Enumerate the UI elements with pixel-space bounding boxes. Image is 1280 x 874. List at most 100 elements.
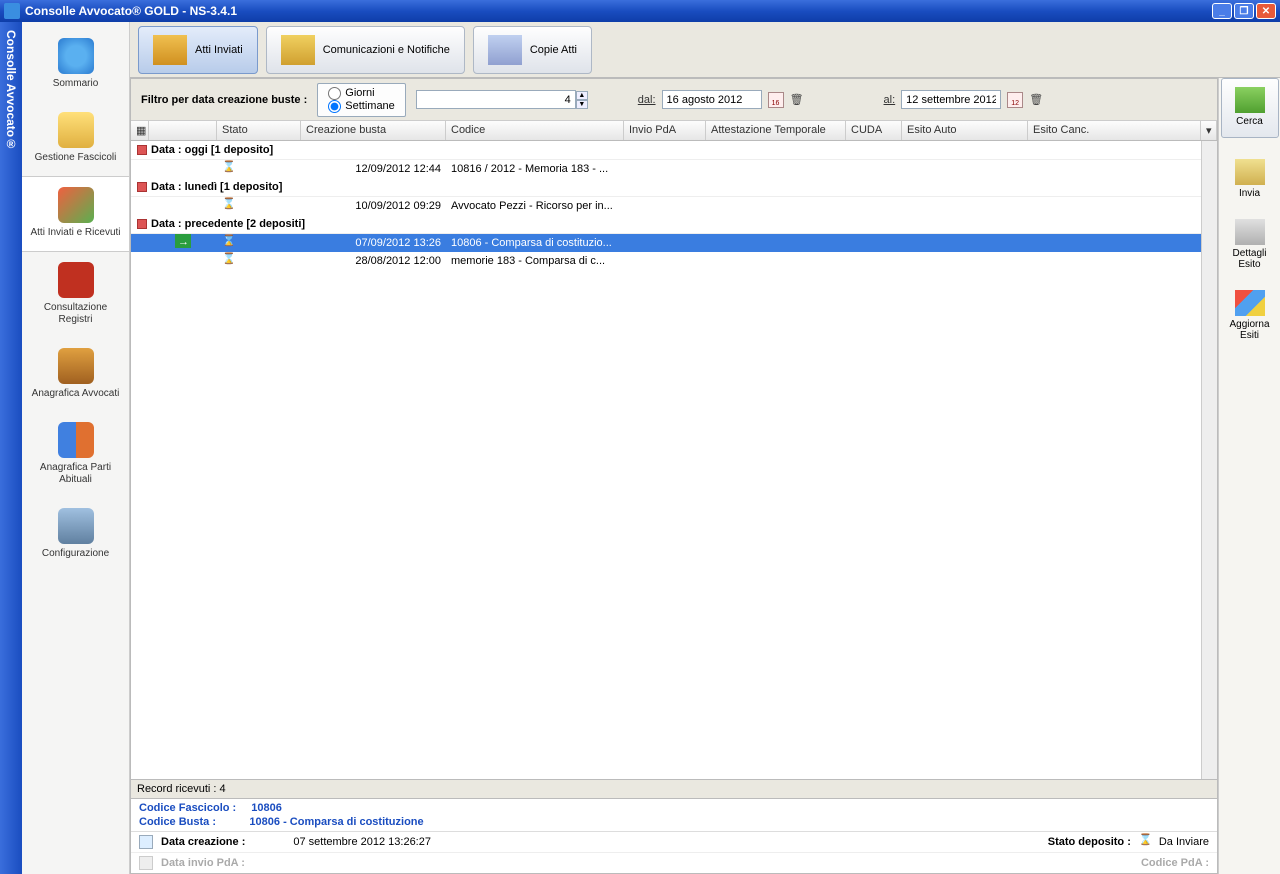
hourglass-icon	[1139, 835, 1151, 849]
tab-comunicazioni[interactable]: Comunicazioni e Notifiche	[266, 26, 465, 74]
app-icon	[4, 3, 20, 19]
nav-atti-inviati-ricevuti[interactable]: Atti Inviati e Ricevuti	[22, 176, 129, 252]
col-icon[interactable]	[149, 121, 217, 140]
tab-copie-atti[interactable]: Copie Atti	[473, 26, 592, 74]
results-grid: ▦ Stato Creazione busta Codice Invio PdA…	[131, 121, 1217, 779]
grid-header: ▦ Stato Creazione busta Codice Invio PdA…	[131, 121, 1217, 141]
action-aggiorna-esiti[interactable]: Aggiorna Esiti	[1221, 281, 1279, 352]
close-button[interactable]: ✕	[1256, 3, 1276, 19]
detail-panel-2: Data creazione : 07 settembre 2012 13:26…	[131, 831, 1217, 852]
col-attest[interactable]: Attestazione Temporale	[706, 121, 846, 140]
col-stato[interactable]: Stato	[217, 121, 301, 140]
copy-icon	[488, 35, 522, 65]
action-cerca[interactable]: Cerca	[1221, 78, 1279, 138]
collapse-icon[interactable]	[137, 145, 147, 155]
update-results-icon	[1235, 290, 1265, 316]
hourglass-icon	[222, 197, 234, 211]
top-tabs: Atti Inviati Comunicazioni e Notifiche C…	[130, 22, 1280, 78]
date-to: al: 12 🗑	[884, 90, 1044, 109]
grid-body: Data : oggi [1 deposito] 12/09/2012 12:4…	[131, 141, 1201, 779]
nav-sommario[interactable]: Sommario	[22, 28, 129, 102]
calendar-to-icon[interactable]: 12	[1007, 92, 1023, 108]
spinner-down[interactable]: ▼	[576, 100, 588, 109]
filter-radio-group: Giorni Settimane	[317, 83, 406, 117]
filter-spinner: ▲ ▼	[416, 90, 588, 109]
search-refresh-icon	[1235, 87, 1265, 113]
fascicolo-value: 10806	[251, 802, 282, 814]
arrow-badge-icon	[175, 234, 191, 248]
lawyer-icon	[58, 348, 94, 384]
mail-out-icon	[281, 35, 315, 65]
col-esito-canc[interactable]: Esito Canc.	[1028, 121, 1201, 140]
vertical-scrollbar[interactable]	[1201, 141, 1217, 779]
busta-label: Codice Busta :	[139, 816, 216, 828]
settings-icon	[58, 508, 94, 544]
col-esito-auto[interactable]: Esito Auto	[902, 121, 1028, 140]
document-detail-icon	[1235, 219, 1265, 245]
tab-atti-inviati[interactable]: Atti Inviati	[138, 26, 258, 74]
hourglass-icon	[222, 234, 234, 248]
nav-anagrafica-avvocati[interactable]: Anagrafica Avvocati	[22, 338, 129, 412]
date-from-input[interactable]	[662, 90, 762, 109]
hourglass-icon	[222, 252, 234, 266]
action-invia[interactable]: Invia	[1221, 150, 1279, 210]
maximize-button[interactable]: ❐	[1234, 3, 1254, 19]
right-action-bar: Cerca Invia Dettagli Esito Aggiorna Esit…	[1218, 78, 1280, 874]
filter-bar: Filtro per data creazione buste : Giorni…	[131, 79, 1217, 121]
date-to-input[interactable]	[901, 90, 1001, 109]
col-creazione[interactable]: Creazione busta	[301, 121, 446, 140]
col-invio[interactable]: Invio PdA	[624, 121, 706, 140]
live-icon	[58, 262, 94, 298]
radio-settimane[interactable]: Settimane	[328, 100, 395, 113]
center-pane: Filtro per data creazione buste : Giorni…	[130, 78, 1218, 874]
table-row[interactable]: 10/09/2012 09:29 Avvocato Pezzi - Ricors…	[131, 197, 1201, 215]
group-row[interactable]: Data : oggi [1 deposito]	[131, 141, 1201, 160]
nav-anagrafica-parti[interactable]: Anagrafica Parti Abituali	[22, 412, 129, 498]
collapse-icon[interactable]	[137, 219, 147, 229]
title-bar: Consolle Avvocato® GOLD - NS-3.4.1 _ ❐ ✕	[0, 0, 1280, 22]
spinner-input[interactable]	[416, 90, 576, 109]
window-title: Consolle Avvocato® GOLD - NS-3.4.1	[25, 4, 1212, 18]
col-codice[interactable]: Codice	[446, 121, 624, 140]
date-from: dal: 16 🗑	[638, 90, 804, 109]
send-envelope-icon	[1235, 159, 1265, 185]
col-expand[interactable]: ▦	[131, 121, 149, 140]
detail-panel: Codice Fascicolo : 10806 Codice Busta : …	[131, 798, 1217, 831]
side-nav: Sommario Gestione Fascicoli Atti Inviati…	[22, 22, 130, 874]
datainvio-label: Data invio PdA :	[161, 857, 245, 869]
nav-configurazione[interactable]: Configurazione	[22, 498, 129, 572]
clear-from-icon[interactable]: 🗑	[790, 92, 804, 108]
filter-label: Filtro per data creazione buste :	[141, 94, 307, 106]
send-receive-icon	[58, 187, 94, 223]
col-cuda[interactable]: CUDA	[846, 121, 902, 140]
stato-value: Da Inviare	[1159, 836, 1209, 848]
col-config[interactable]: ▾	[1201, 121, 1217, 140]
table-row[interactable]: 12/09/2012 12:44 10816 / 2012 - Memoria …	[131, 160, 1201, 178]
group-row[interactable]: Data : precedente [2 depositi]	[131, 215, 1201, 234]
window-buttons: _ ❐ ✕	[1212, 3, 1276, 19]
stato-label: Stato deposito :	[1048, 836, 1131, 848]
radio-giorni[interactable]: Giorni	[328, 87, 395, 100]
clear-to-icon[interactable]: 🗑	[1029, 92, 1043, 108]
date-from-label: dal:	[638, 94, 656, 106]
nav-gestione-fascicoli[interactable]: Gestione Fascicoli	[22, 102, 129, 176]
calendar-from-icon[interactable]: 16	[768, 92, 784, 108]
spinner-up[interactable]: ▲	[576, 91, 588, 100]
calendar-small-icon	[139, 835, 153, 849]
minimize-button[interactable]: _	[1212, 3, 1232, 19]
codicepda-label: Codice PdA :	[1141, 857, 1209, 869]
collapse-icon[interactable]	[137, 182, 147, 192]
busta-value: 10806 - Comparsa di costituzione	[249, 816, 423, 828]
hourglass-icon	[222, 160, 234, 174]
table-row[interactable]: 07/09/2012 13:26 10806 - Comparsa di cos…	[131, 234, 1201, 252]
people-icon	[58, 422, 94, 458]
nav-consultazione-registri[interactable]: Consultazione Registri	[22, 252, 129, 338]
datacreaz-label: Data creazione :	[161, 836, 245, 848]
table-row[interactable]: 28/08/2012 12:00 memorie 183 - Comparsa …	[131, 252, 1201, 270]
datacreaz-value: 07 settembre 2012 13:26:27	[293, 836, 431, 848]
outbox-icon	[153, 35, 187, 65]
info-icon	[58, 38, 94, 74]
action-dettagli-esito[interactable]: Dettagli Esito	[1221, 210, 1279, 281]
fascicolo-label: Codice Fascicolo :	[139, 802, 236, 814]
group-row[interactable]: Data : lunedì [1 deposito]	[131, 178, 1201, 197]
